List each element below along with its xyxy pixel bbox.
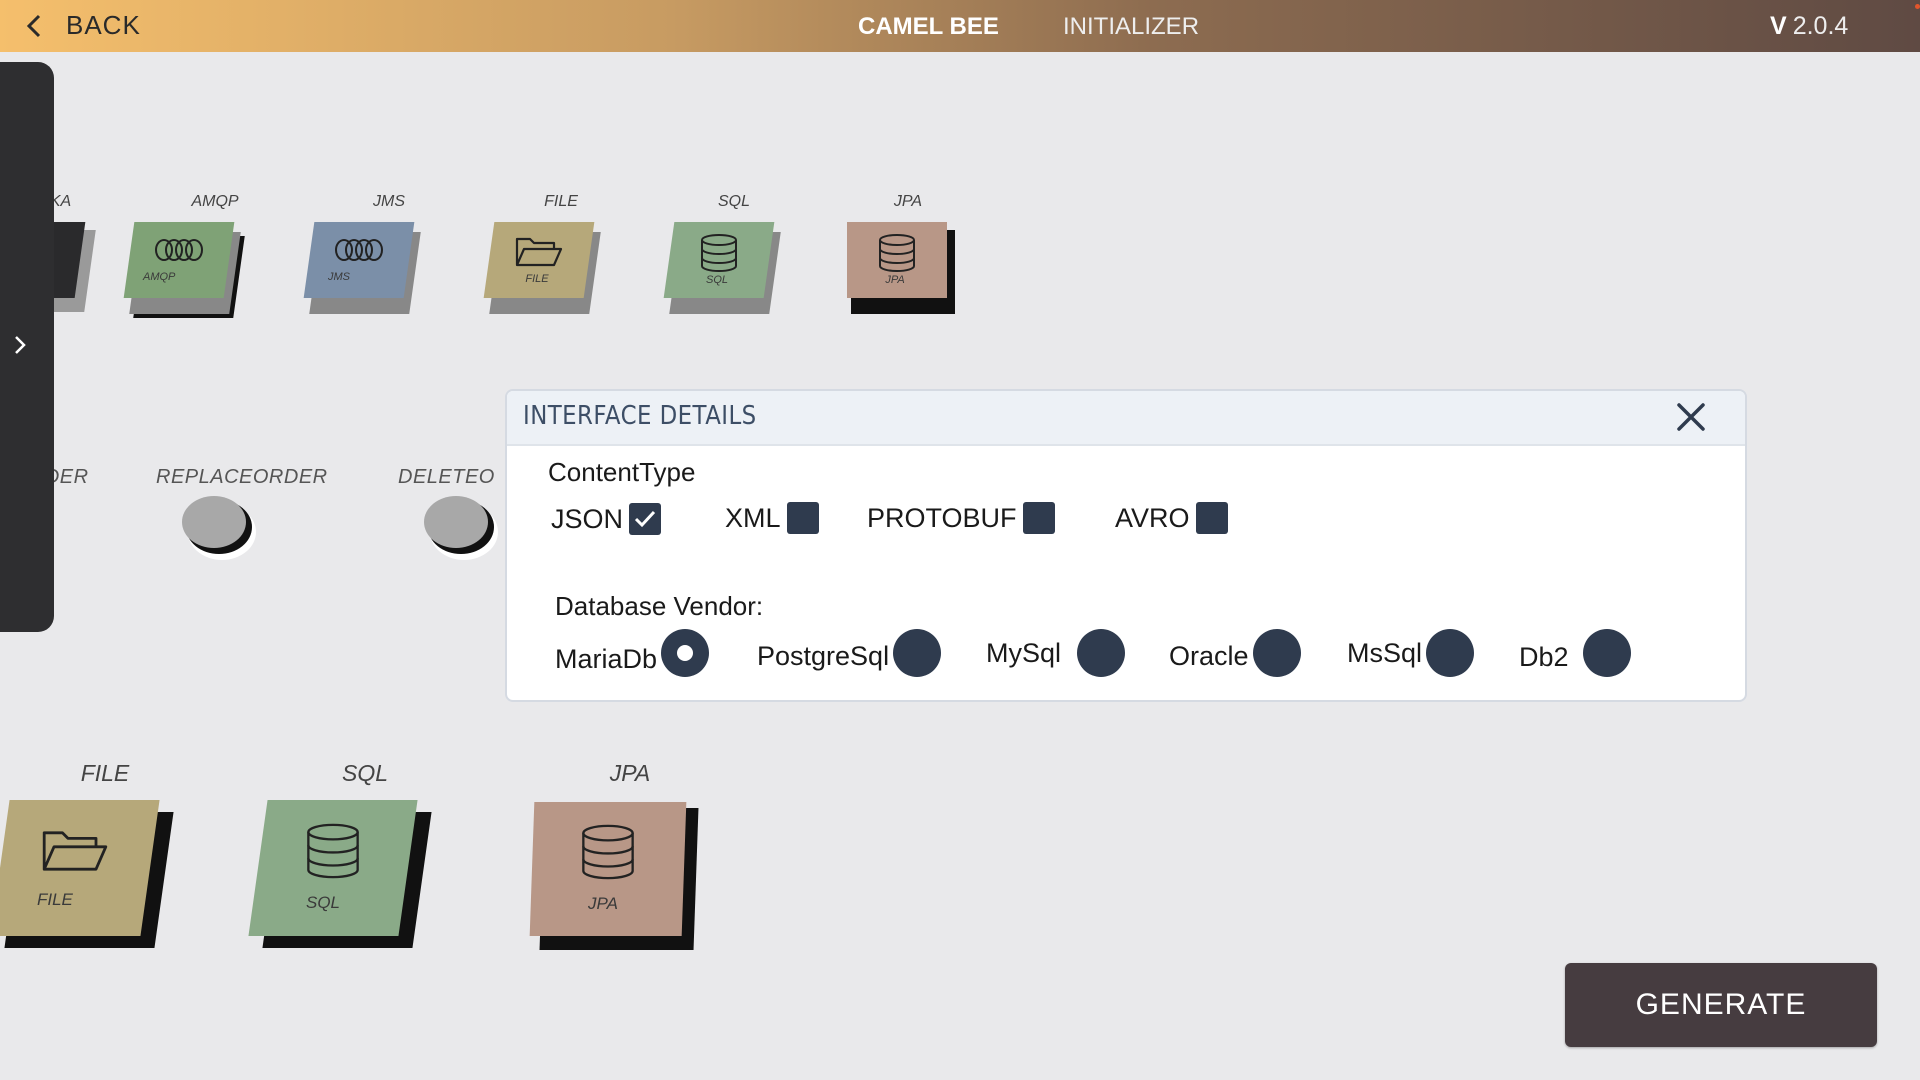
version-prefix: V <box>1770 12 1787 40</box>
option-label: AVRO <box>1115 502 1190 533</box>
option-label: PROTOBUF <box>867 502 1017 533</box>
content-type-json[interactable]: JSON <box>551 503 662 535</box>
checkbox-json[interactable] <box>629 503 662 535</box>
side-drawer <box>0 62 54 632</box>
content-type-xml[interactable]: XML <box>725 502 819 534</box>
vendor-mssql[interactable]: MsSql <box>1347 629 1475 677</box>
tile-caption-jpa: JPA <box>885 274 905 286</box>
chevron-right-icon[interactable] <box>8 330 32 360</box>
content-type-protobuf[interactable]: PROTOBUF <box>867 502 1055 534</box>
back-label: BACK <box>66 10 141 40</box>
tile-caption-jpa: JPA <box>588 894 618 913</box>
vendor-mysql[interactable]: MySql <box>986 629 1126 677</box>
operation-knob[interactable] <box>424 496 498 560</box>
chevron-left-icon <box>26 14 41 37</box>
vendor-postgresql[interactable]: PostgreSql <box>757 629 942 677</box>
generate-button[interactable]: GENERATE <box>1565 963 1877 1047</box>
status-dot <box>1915 4 1920 9</box>
amqp-icon <box>155 239 203 261</box>
radio-selected-dot <box>677 645 694 661</box>
top-bar: BACK CAMEL BEE INITIALIZER V 2.0.4 <box>0 0 1920 52</box>
check-icon <box>634 510 656 528</box>
tile-sql-large[interactable]: SQL <box>248 800 438 950</box>
tile-label-jpa: JPA <box>893 193 923 210</box>
tile-label-jpa: JPA <box>609 760 651 786</box>
database-icon <box>582 824 634 880</box>
vendor-mariadb[interactable]: MariaDb <box>555 629 710 677</box>
tile-sql[interactable]: SQL <box>663 222 805 320</box>
content-type-avro[interactable]: AVRO <box>1115 502 1228 534</box>
option-label: XML <box>725 502 781 533</box>
tile-jpa-large[interactable]: JPA <box>529 802 712 952</box>
jms-icon <box>335 239 383 261</box>
tile-caption-file: FILE <box>525 273 549 285</box>
radio-mariadb[interactable] <box>661 629 710 677</box>
vendor-db2[interactable]: Db2 <box>1519 629 1631 677</box>
database-vendor-label: Database Vendor: <box>555 591 764 621</box>
checkbox-protobuf[interactable] <box>1022 502 1055 534</box>
app-subtitle: INITIALIZER <box>1063 13 1200 40</box>
tile-label-amqp: AMQP <box>191 193 239 210</box>
close-icon[interactable] <box>1671 397 1711 437</box>
option-label: JSON <box>551 503 624 534</box>
tile-caption-file: FILE <box>37 890 73 909</box>
database-icon <box>701 234 737 272</box>
option-label: PostgreSql <box>757 640 890 671</box>
tile-label-sql: SQL <box>717 193 750 210</box>
tile-file[interactable]: FILE <box>483 222 625 320</box>
tile-label-jms: JMS <box>373 193 405 210</box>
option-label: Db2 <box>1519 641 1569 672</box>
interface-details-dialog: INTERFACE DETAILS ContentType JSON XML P… <box>505 389 1747 702</box>
tile-label-file: FILE <box>80 760 130 786</box>
database-icon <box>307 823 359 879</box>
tile-caption-sql: SQL <box>705 274 728 286</box>
radio-postgresql[interactable] <box>893 629 942 677</box>
dialog-title: INTERFACE DETAILS <box>523 401 757 431</box>
app-title: CAMEL BEE <box>858 13 999 40</box>
tile-label-file: FILE <box>544 193 578 210</box>
radio-oracle[interactable] <box>1252 629 1301 677</box>
option-label: MariaDb <box>555 643 658 674</box>
radio-db2[interactable] <box>1582 629 1631 677</box>
folder-icon <box>42 831 108 871</box>
option-label: Oracle <box>1169 640 1249 671</box>
tile-label-sql: SQL <box>341 760 389 786</box>
back-button[interactable]: BACK <box>24 10 141 41</box>
tile-jms[interactable]: JMS <box>303 222 445 320</box>
dialog-header: INTERFACE DETAILS <box>507 391 1745 446</box>
option-label: MySql <box>986 637 1062 668</box>
vendor-oracle[interactable]: Oracle <box>1169 629 1301 677</box>
tile-amqp[interactable]: AMQP <box>123 222 265 320</box>
checkbox-avro[interactable] <box>1195 502 1228 534</box>
tile-caption-amqp: AMQP <box>142 271 176 283</box>
radio-mysql[interactable] <box>1077 629 1126 677</box>
version-number: 2.0.4 <box>1792 12 1849 40</box>
radio-mssql[interactable] <box>1426 629 1475 677</box>
operation-knob[interactable] <box>182 496 256 560</box>
folder-icon <box>515 237 563 267</box>
tile-caption-jms: JMS <box>328 271 350 283</box>
tile-jpa[interactable]: JPA <box>843 222 983 320</box>
option-label: MsSql <box>1347 637 1423 668</box>
tile-caption-sql: SQL <box>305 893 341 912</box>
operation-label: DELETEO <box>398 466 495 488</box>
database-icon <box>879 234 915 272</box>
content-type-label: ContentType <box>548 457 696 487</box>
operation-label: REPLACEORDER <box>156 466 328 488</box>
version-label: V 2.0.4 <box>1770 12 1848 41</box>
checkbox-xml[interactable] <box>786 502 819 534</box>
tile-file-large[interactable]: FILE <box>0 800 180 950</box>
